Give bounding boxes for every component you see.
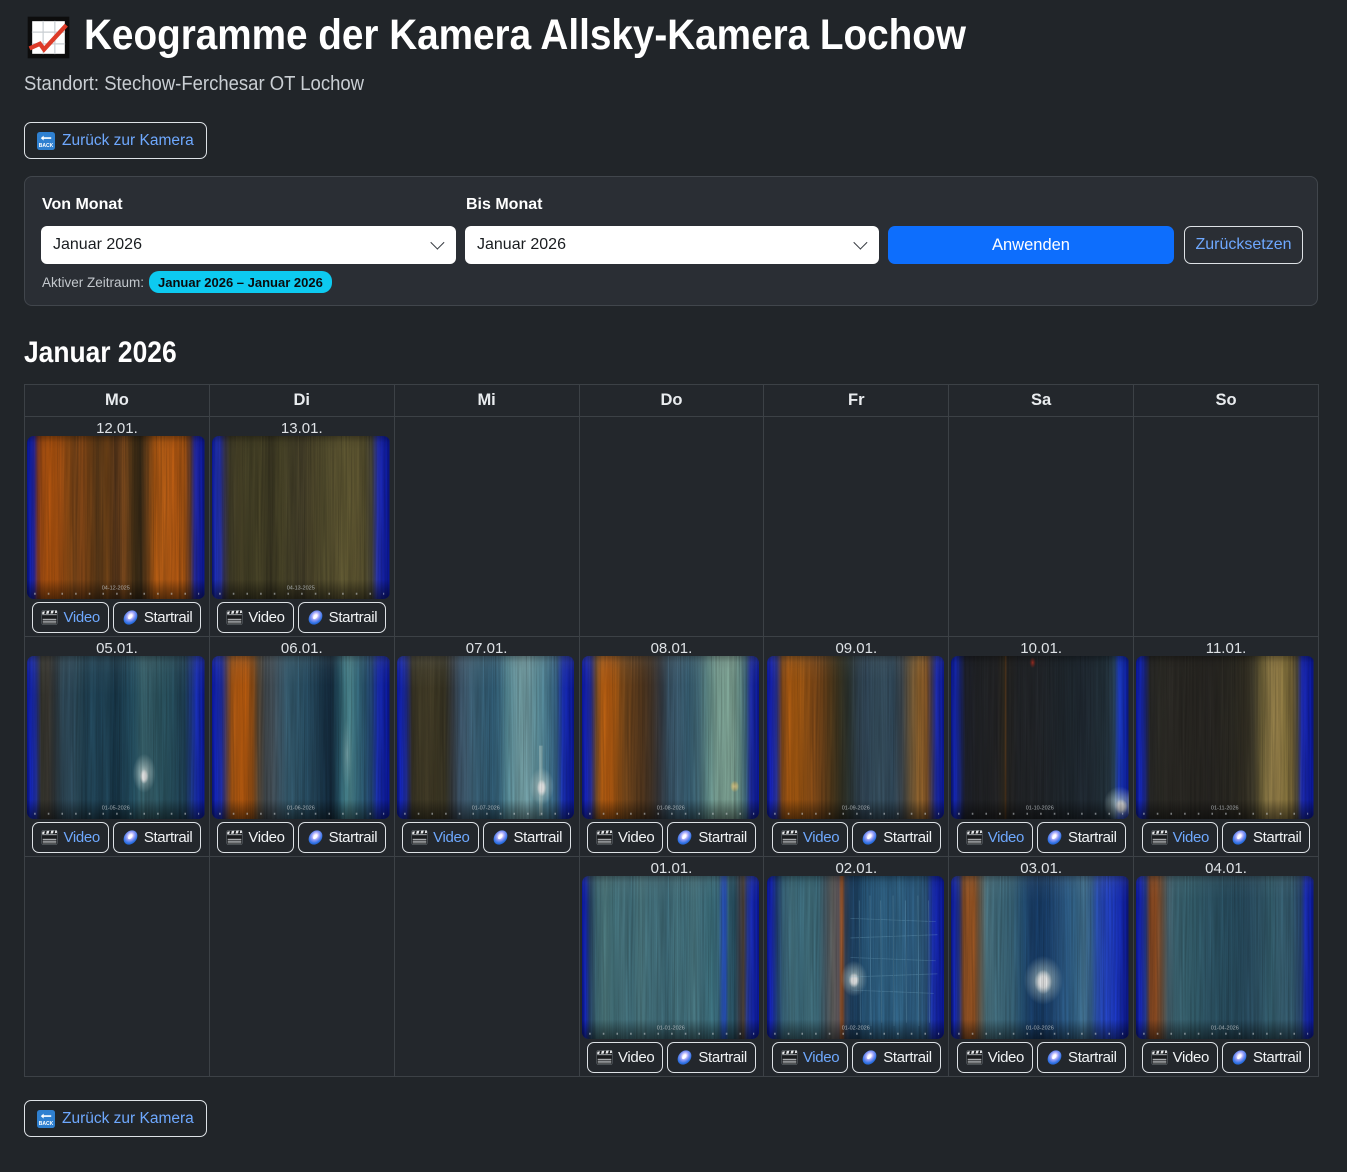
svg-text:01-05-2026: 01-05-2026 — [102, 806, 130, 812]
svg-text:01-06-2026: 01-06-2026 — [287, 806, 315, 812]
svg-text:BACK: BACK — [39, 142, 54, 148]
svg-text:01-07-2026: 01-07-2026 — [472, 806, 500, 812]
svg-text:01-04-2026: 01-04-2026 — [1211, 1026, 1239, 1032]
svg-text:01-10-2026: 01-10-2026 — [1026, 806, 1054, 812]
svg-text:01-09-2026: 01-09-2026 — [841, 806, 869, 812]
svg-text:01-03-2026: 01-03-2026 — [1026, 1026, 1054, 1032]
svg-text:01-11-2026: 01-11-2026 — [1211, 806, 1239, 812]
svg-text:01-08-2026: 01-08-2026 — [656, 806, 684, 812]
svg-text:BACK: BACK — [39, 1120, 54, 1126]
svg-text:01-02-2026: 01-02-2026 — [841, 1026, 869, 1032]
svg-text:04-12-2025: 04-12-2025 — [102, 586, 130, 592]
svg-text:01-01-2026: 01-01-2026 — [656, 1026, 684, 1032]
svg-text:04-13-2025: 04-13-2025 — [287, 586, 315, 592]
